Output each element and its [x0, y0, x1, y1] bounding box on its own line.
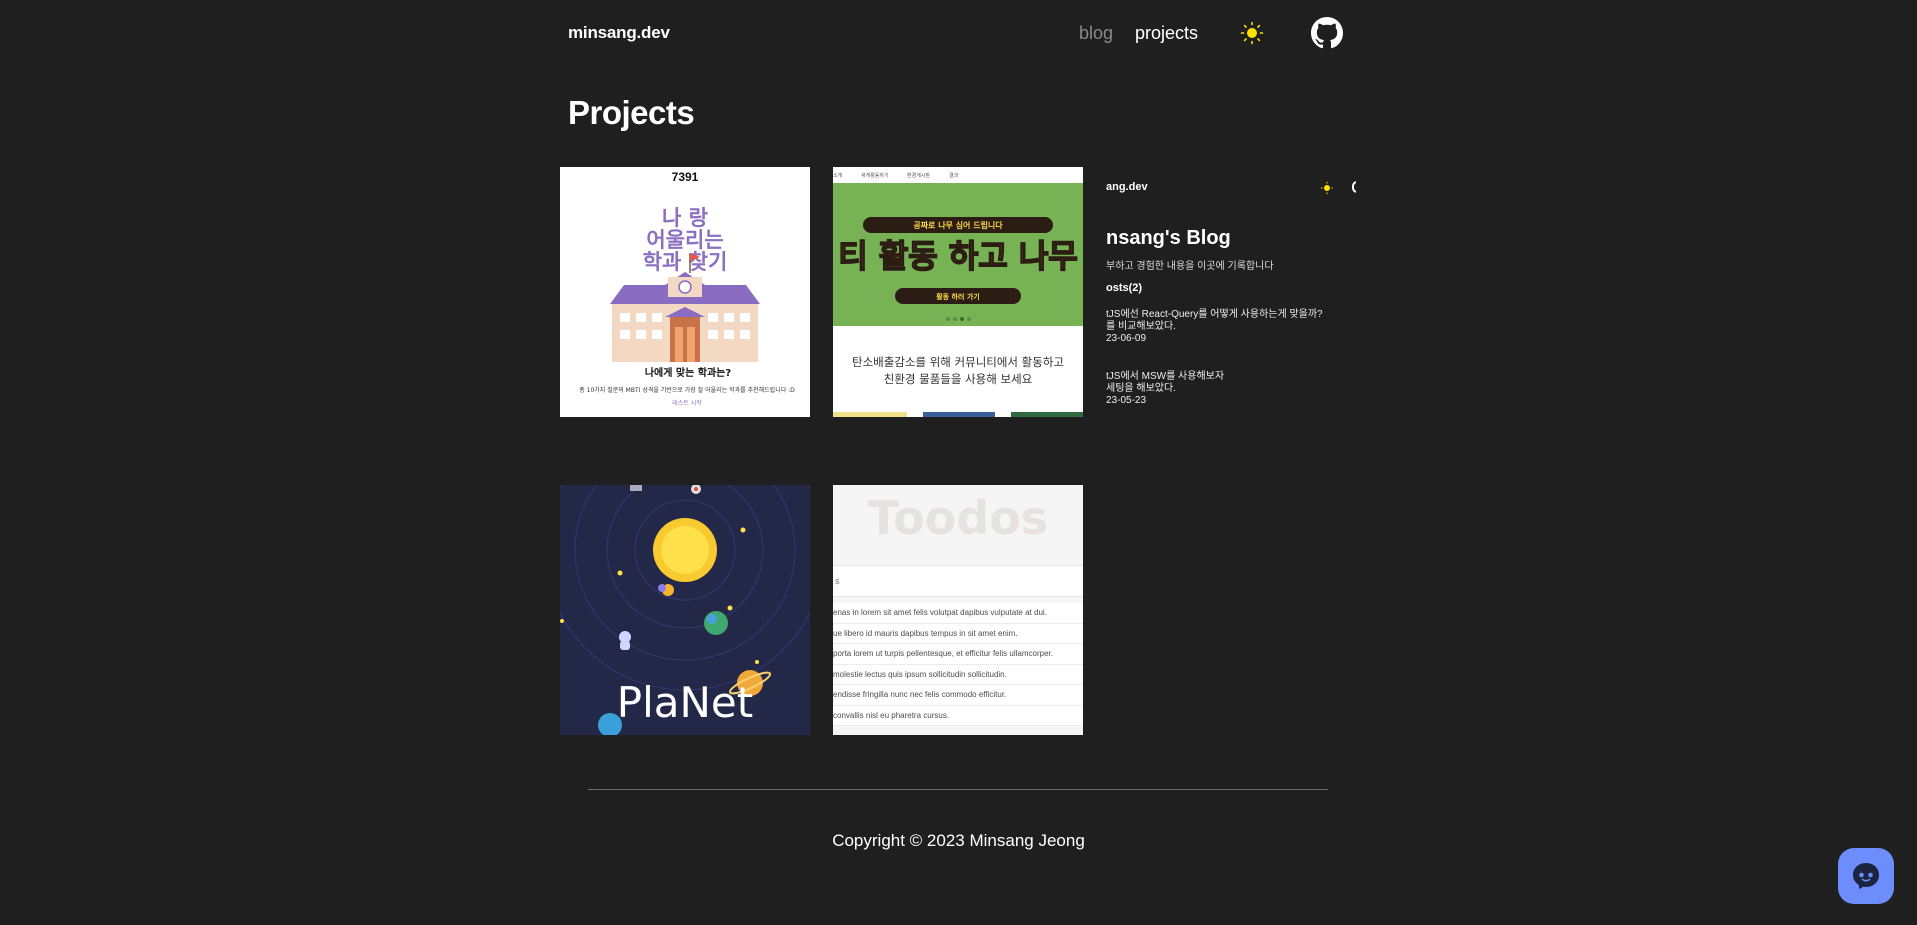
thumb-title-line1: 나 랑	[662, 206, 708, 230]
theme-toggle-button[interactable]	[1236, 17, 1268, 49]
thumb-blog-posts-label: osts(2)	[1106, 282, 1143, 294]
thumb-post-1-line2: 를 비교해보았다.	[1106, 321, 1176, 332]
project-card-todos[interactable]: Toodos s enas in lorem sit amet felis vo…	[833, 485, 1083, 735]
thumb-banner-small: 공짜로 나무 심어 드립니다	[913, 220, 1003, 230]
thumb-blog-title: nsang's Blog	[1106, 227, 1231, 249]
todo-item: convallis nisl eu pharetra cursus.	[833, 706, 1083, 726]
thumb-post-1-line1: tJS에선 React-Query를 어떻게 사용하는게 맞을까?	[1106, 309, 1323, 320]
thumb-nav-4: 결과	[949, 172, 959, 179]
thumb-post-2-line1: tJS에서 MSW를 사용해보자	[1106, 371, 1225, 382]
thumb-post-2-line2: 세팅을 해보았다.	[1106, 383, 1176, 394]
thumb-desc: 총 10가지 질문의 MBTI 성격을 기반으로 가장 잘 어울리는 학과를 추…	[579, 386, 795, 394]
nav-link-blog[interactable]: blog	[1079, 23, 1113, 44]
project-card-blog[interactable]: ang.dev nsang's Blog 부하고 경험한 내용을 이곳에 기록합…	[1106, 167, 1356, 417]
main-nav: blog projects	[1057, 16, 1344, 50]
thumb-nav-3: 환경게시판	[907, 172, 930, 179]
thumb-start: 테스트 시작	[672, 399, 702, 407]
github-link[interactable]	[1310, 16, 1344, 50]
todo-item: porta lorem ut turpis pellentesque, et e…	[833, 644, 1083, 665]
thumb-nav-1: 소개	[833, 172, 843, 179]
thumb-nav-2: 새게활동하기	[861, 172, 889, 179]
site-logo[interactable]: minsang.dev	[568, 23, 670, 43]
project-thumbnail-planet: PlaNet	[560, 485, 810, 735]
thumb-title-line3: 학과 찾기	[643, 250, 728, 274]
todo-item: molestie lectus quis ipsum sollicitudin …	[833, 665, 1083, 685]
thumb-caption-line1: 탄소배출감소를 위해 커뮤니티에서 활동하고	[852, 355, 1064, 369]
thumb-question: 나에게 맞는 학과는?	[645, 366, 732, 379]
astronaut-illustration	[619, 631, 631, 650]
todo-item: enas in lorem sit amet felis volutpat da…	[833, 603, 1083, 624]
sun-icon	[1240, 21, 1264, 45]
project-thumbnail-major-finder: 7391 나 랑 어울리는 학과 찾기 나에게 맞는 학과는? 총 10가지 질…	[579, 170, 795, 407]
thumb-todos-input: s	[833, 565, 1083, 597]
earth-illustration	[704, 611, 728, 635]
thumb-todos-title: Toodos	[867, 491, 1049, 545]
github-icon	[1311, 17, 1343, 49]
footer-divider	[588, 789, 1328, 790]
thumb-post-1-date: 23-06-09	[1106, 333, 1147, 344]
site-header: minsang.dev blog projects	[568, 0, 1344, 66]
thumb-planet-title: PlaNet	[617, 678, 753, 727]
project-card-tree-planting[interactable]: 소개 새게활동하기 환경게시판 결과 공짜로 나무 심어 드립니다 티 활동 하…	[833, 167, 1083, 417]
thumb-banner-big: 티 활동 하고 나무	[838, 237, 1078, 275]
thumb-blog-subtitle: 부하고 경험한 내용을 이곳에 기록합니다	[1106, 261, 1274, 272]
footer-copyright: Copyright © 2023 Minsang Jeong	[832, 831, 1085, 850]
thumb-post-2-date: 23-05-23	[1106, 395, 1147, 406]
thumb-blog-logo: ang.dev	[1106, 181, 1148, 193]
chat-bot-icon	[1853, 863, 1879, 889]
page-title: Projects	[568, 94, 695, 131]
nav-link-projects[interactable]: projects	[1135, 23, 1198, 44]
thumb-sun-icon	[1321, 182, 1333, 194]
thumb-number: 7391	[672, 170, 699, 184]
todo-item: endisse fringilla nunc nec felis commodo…	[833, 685, 1083, 706]
chat-bot-button[interactable]	[1838, 848, 1894, 904]
thumb-caption-line2: 친환경 물품들을 사용해 보세요	[884, 372, 1033, 386]
project-card-major-finder[interactable]: 7391 나 랑 어울리는 학과 찾기 나에게 맞는 학과는? 총 10가지 질…	[560, 167, 810, 417]
thumb-banner-button: 활동 하러 가기	[936, 292, 980, 301]
thumb-todos-list: enas in lorem sit amet felis volutpat da…	[833, 603, 1083, 726]
thumb-title-line2: 어울리는	[646, 228, 723, 252]
project-thumbnail-tree-planting: 소개 새게활동하기 환경게시판 결과 공짜로 나무 심어 드립니다 티 활동 하…	[833, 167, 1083, 417]
project-card-planet[interactable]: PlaNet	[560, 485, 810, 735]
thumb-github-icon	[1352, 181, 1356, 193]
todo-item: ue libero id mauris dapibus tempus in si…	[833, 624, 1083, 644]
